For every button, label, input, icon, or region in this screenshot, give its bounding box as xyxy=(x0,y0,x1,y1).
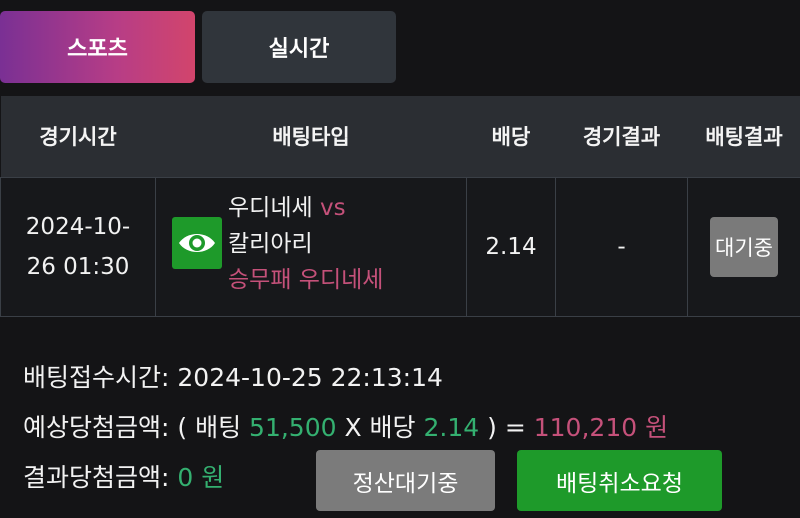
close-paren-text: ) = xyxy=(487,413,526,442)
payout-amount: 110,210 원 xyxy=(533,413,669,442)
received-time-label: 배팅접수시간: xyxy=(23,363,170,392)
tab-bar: 스포츠 실시간 xyxy=(0,11,800,83)
match-time-clock: 26 01:30 xyxy=(26,253,130,280)
header-bet-result: 배팅결과 xyxy=(705,125,783,150)
bet-pick: 승무패 우디네세 xyxy=(228,266,384,293)
header-odds: 배당 xyxy=(491,125,531,150)
header-match-result: 경기결과 xyxy=(582,125,661,150)
times-odds-text: X 배당 xyxy=(344,413,416,442)
expected-payout-line: 예상당첨금액: ( 배팅 51,500 X 배당 2.14 ) = 110,21… xyxy=(23,408,668,444)
received-time-line: 배팅접수시간: 2024-10-25 22:13:14 xyxy=(23,358,443,394)
away-team: 칼리아리 xyxy=(228,230,313,257)
result-payout-label: 결과당첨금액: xyxy=(23,463,170,492)
header-bet-type: 배팅타입 xyxy=(272,125,350,150)
status-badge: 대기중 xyxy=(710,216,778,277)
table-header-row: 경기시간 배팅타입 배당 경기결과 배팅결과 xyxy=(0,96,800,177)
open-paren-text: ( 배팅 xyxy=(177,413,242,442)
expected-payout-label: 예상당첨금액: xyxy=(23,413,170,442)
eye-icon[interactable] xyxy=(172,216,222,269)
vs-label: vs xyxy=(319,194,346,221)
bet-table: 경기시간 배팅타입 배당 경기결과 배팅결과 2024-10- 26 01:30 xyxy=(0,96,800,317)
odds-value: 2.14 xyxy=(423,413,480,442)
tab-sports[interactable]: 스포츠 xyxy=(0,11,195,83)
table-row: 2024-10- 26 01:30 우디네세 vs 칼리아리 승무패 우디네세 … xyxy=(0,176,800,317)
settlement-pending-button[interactable]: 정산대기중 xyxy=(316,450,495,511)
received-time-value: 2024-10-25 22:13:14 xyxy=(177,363,443,392)
stake-amount: 51,500 xyxy=(249,413,337,442)
match-result-cell: - xyxy=(555,176,688,317)
home-team: 우디네세 xyxy=(228,194,313,221)
bet-type-cell: 우디네세 vs 칼리아리 승무패 우디네세 xyxy=(155,176,467,317)
result-payout-line: 결과당첨금액: 0 원 xyxy=(23,458,224,494)
header-match-time: 경기시간 xyxy=(39,125,117,150)
tab-live[interactable]: 실시간 xyxy=(202,11,396,83)
match-time-cell: 2024-10- 26 01:30 xyxy=(0,176,156,317)
bet-result-cell: 대기중 xyxy=(687,176,800,317)
odds-cell: 2.14 xyxy=(466,176,556,317)
match-time-date: 2024-10- xyxy=(25,213,131,240)
match-info: 우디네세 vs 칼리아리 승무패 우디네세 xyxy=(228,190,383,298)
result-payout-value: 0 원 xyxy=(177,463,225,492)
cancel-bet-request-button[interactable]: 배팅취소요청 xyxy=(517,450,722,511)
